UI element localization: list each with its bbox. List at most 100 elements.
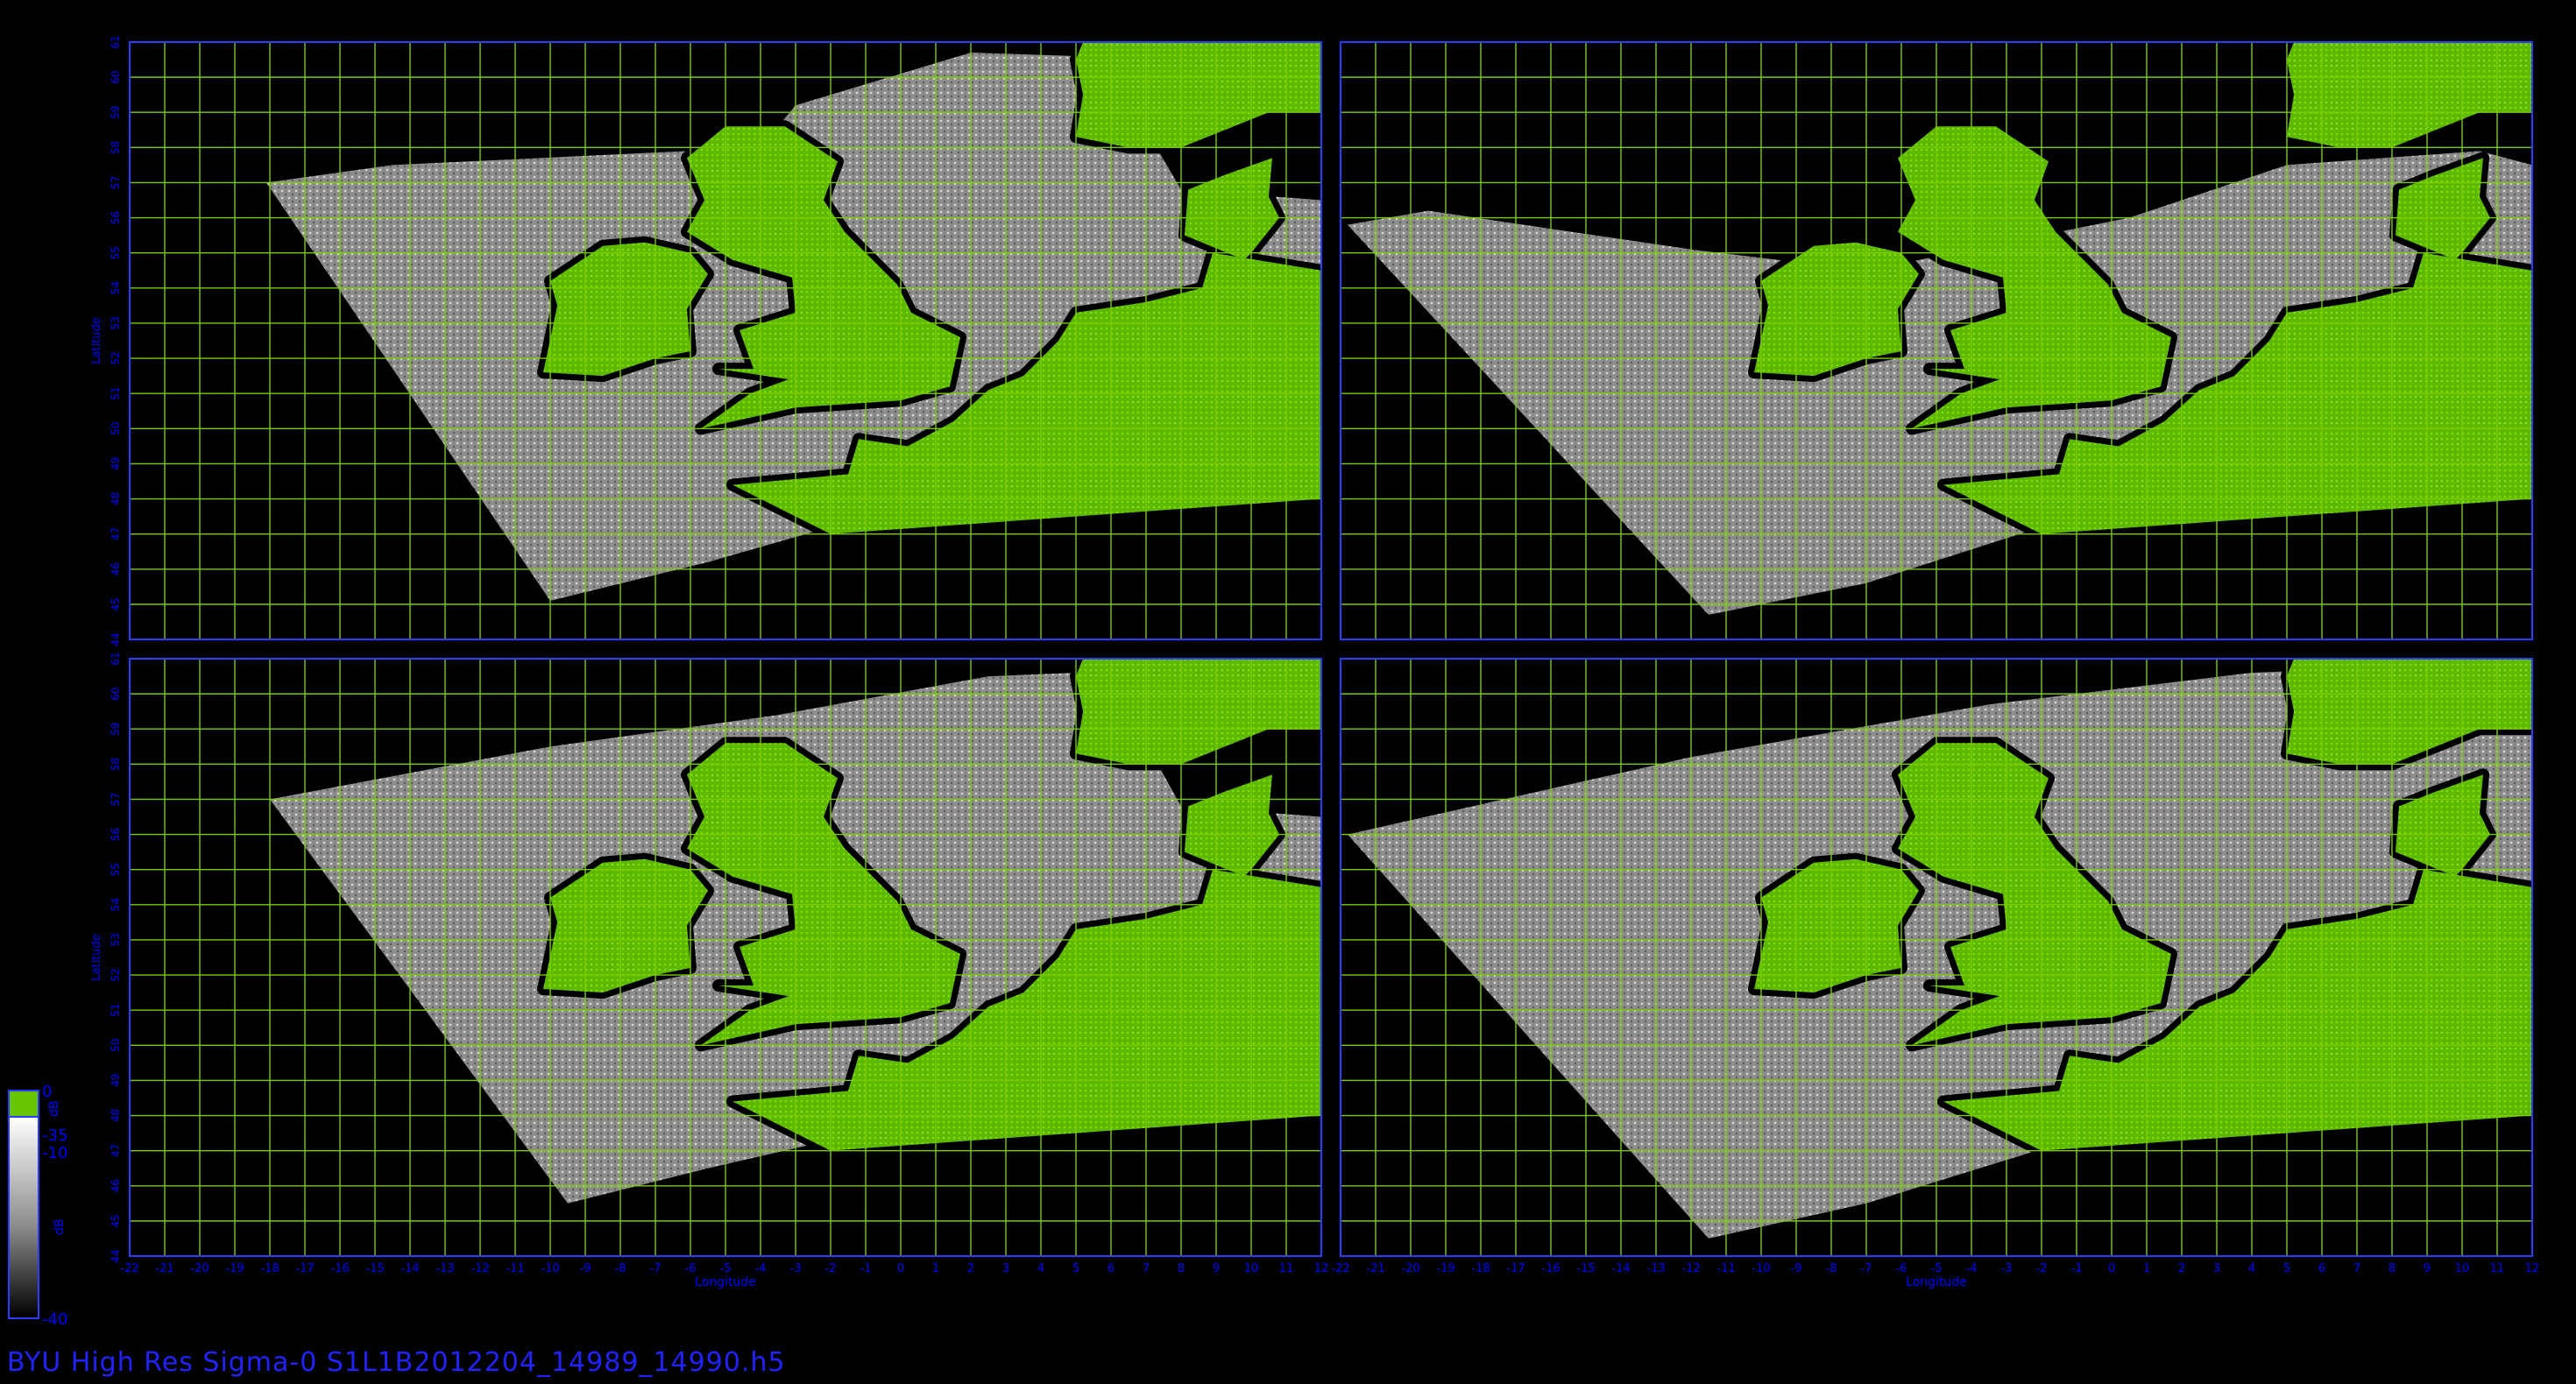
lon-tick-label: 1: [932, 1262, 939, 1275]
lat-tick-label: 58: [110, 758, 122, 771]
lon-tick-label: 6: [1108, 1262, 1115, 1275]
lon-tick-label: -16: [330, 1262, 349, 1275]
lat-tick-label: 56: [110, 828, 122, 841]
lon-tick-label: 7: [1143, 1262, 1150, 1275]
lon-tick-label: -5: [1931, 1262, 1943, 1275]
lat-tick-label: 55: [110, 246, 122, 259]
lon-tick-label: 0: [897, 1262, 904, 1275]
lat-tick-label: 52: [110, 968, 122, 981]
lon-tick-label: -10: [1752, 1262, 1770, 1275]
lon-tick-label: -22: [120, 1262, 138, 1275]
lon-tick-label: -2: [825, 1262, 837, 1275]
lat-tick-label: 58: [110, 141, 122, 154]
colorbar-mid-small: dB: [53, 1219, 67, 1236]
lon-tick-label: 1: [2143, 1262, 2150, 1275]
lon-tick-label: 11: [2490, 1262, 2505, 1275]
lon-tick-label: -16: [1541, 1262, 1560, 1275]
lon-tick-label: -12: [1681, 1262, 1700, 1275]
lat-tick-label: 51: [110, 1004, 122, 1017]
lon-tick-label: 3: [1002, 1262, 1009, 1275]
lat-tick-label: 48: [110, 492, 122, 505]
lon-tick-label: -20: [1401, 1262, 1419, 1275]
lon-tick-label: 10: [2455, 1262, 2470, 1275]
land-norway: [2287, 42, 2532, 148]
lon-tick-label: -6: [685, 1262, 697, 1275]
latitude-axis-label: Latitude: [90, 317, 103, 364]
lat-tick-label: 60: [110, 687, 122, 700]
lon-tick-label: -19: [1436, 1262, 1454, 1275]
lat-tick-label: 46: [110, 562, 122, 575]
lon-tick-label: -17: [295, 1262, 314, 1275]
lat-tick-label: 59: [110, 723, 122, 736]
lon-tick-label: -10: [541, 1262, 559, 1275]
lon-tick-label: -11: [506, 1262, 524, 1275]
lon-tick-label: 5: [1072, 1262, 1079, 1275]
lat-tick-label: 45: [110, 597, 122, 611]
lat-tick-label: 46: [110, 1179, 122, 1192]
lat-tick-label: 44: [110, 1249, 122, 1262]
lat-tick-label: 52: [110, 351, 122, 364]
lat-tick-label: 49: [110, 1074, 122, 1087]
lat-tick-label: 53: [110, 933, 122, 946]
lon-tick-label: 8: [2388, 1262, 2396, 1275]
colorbar-side-label: dB: [47, 1101, 61, 1118]
lon-tick-label: 12: [2525, 1262, 2540, 1275]
lon-tick-label: 8: [1178, 1262, 1185, 1275]
lat-tick-label: 57: [110, 176, 122, 189]
map-panel-bottom-right: -22 -21 -20 -19 -18 -17 -16 -15 -14 -13 -12 -11 -10-…: [1331, 658, 2540, 1289]
lat-tick-label: 47: [110, 527, 122, 540]
map-panel-top-left: 44 45 46 47 48 49 50 51 52 53 54 55 56 57 58 59 60 61 Lati…: [90, 35, 1322, 646]
lon-tick-label: 9: [2424, 1262, 2431, 1275]
lon-tick-label: -3: [2001, 1262, 2013, 1275]
lon-tick-label: 5: [2283, 1262, 2290, 1275]
lon-tick-label: -1: [860, 1262, 872, 1275]
lon-tick-label: -15: [365, 1262, 384, 1275]
lon-tick-label: -17: [1506, 1262, 1525, 1275]
colorbar-bottom-label: -40: [42, 1310, 67, 1329]
figure-caption: BYU High Res Sigma-0 S1L1B2012204_14989_…: [7, 1347, 786, 1378]
lon-tick-label: -4: [1966, 1262, 1978, 1275]
lon-tick-label: -18: [260, 1262, 279, 1275]
lon-tick-label: -21: [155, 1262, 173, 1275]
lon-tick-label: 3: [2213, 1262, 2220, 1275]
land-norway: [1076, 659, 1321, 765]
lon-tick-label: -9: [1791, 1262, 1802, 1275]
lat-tick-label: 50: [110, 1039, 122, 1052]
colorbar-mid-label-b: -10: [42, 1144, 67, 1162]
lat-tick-label: 48: [110, 1109, 122, 1122]
lat-tick-label: 47: [110, 1144, 122, 1157]
map-panel-bottom-left: 444546474849505152535455565758596061Lati…: [90, 652, 1328, 1289]
lon-tick-label: -1: [2071, 1262, 2083, 1275]
lat-tick-label: 53: [110, 316, 122, 329]
lon-tick-label: 6: [2318, 1262, 2325, 1275]
lat-tick-label: 57: [110, 793, 122, 806]
lat-tick-label: 45: [110, 1214, 122, 1227]
longitude-axis-label: Longitude: [695, 1275, 756, 1289]
lon-tick-label: -6: [1896, 1262, 1907, 1275]
lat-tick-label: 61: [110, 35, 122, 48]
lon-tick-label: 12: [1314, 1262, 1329, 1275]
lon-tick-label: -7: [1861, 1262, 1872, 1275]
lon-tick-label: 11: [1279, 1262, 1294, 1275]
lon-tick-label: -15: [1576, 1262, 1595, 1275]
lon-tick-label: 4: [1037, 1262, 1044, 1275]
lon-tick-label: 4: [2248, 1262, 2255, 1275]
lat-tick-label: 54: [110, 281, 122, 294]
map-panel-top-right: [1340, 41, 2533, 640]
lon-tick-label: -5: [720, 1262, 732, 1275]
lon-tick-label: -13: [1646, 1262, 1665, 1275]
lon-tick-label: -7: [650, 1262, 662, 1275]
lon-tick-label: -19: [225, 1262, 244, 1275]
lat-tick-label: 56: [110, 211, 122, 224]
lon-tick-label: 2: [2178, 1262, 2185, 1275]
lon-tick-label: 7: [2353, 1262, 2360, 1275]
lat-tick-label: 55: [110, 863, 122, 876]
lon-tick-label: -4: [755, 1262, 767, 1275]
lat-tick-label: 59: [110, 106, 122, 119]
lon-tick-label: 9: [1213, 1262, 1220, 1275]
sigma0-map-figure: 444546474849505152535455565758596061Lati…: [8, 35, 2540, 1329]
lon-tick-label: 2: [967, 1262, 974, 1275]
lon-tick-label: -14: [400, 1262, 419, 1275]
lon-tick-label: -2: [2036, 1262, 2048, 1275]
lon-tick-label: -9: [580, 1262, 591, 1275]
